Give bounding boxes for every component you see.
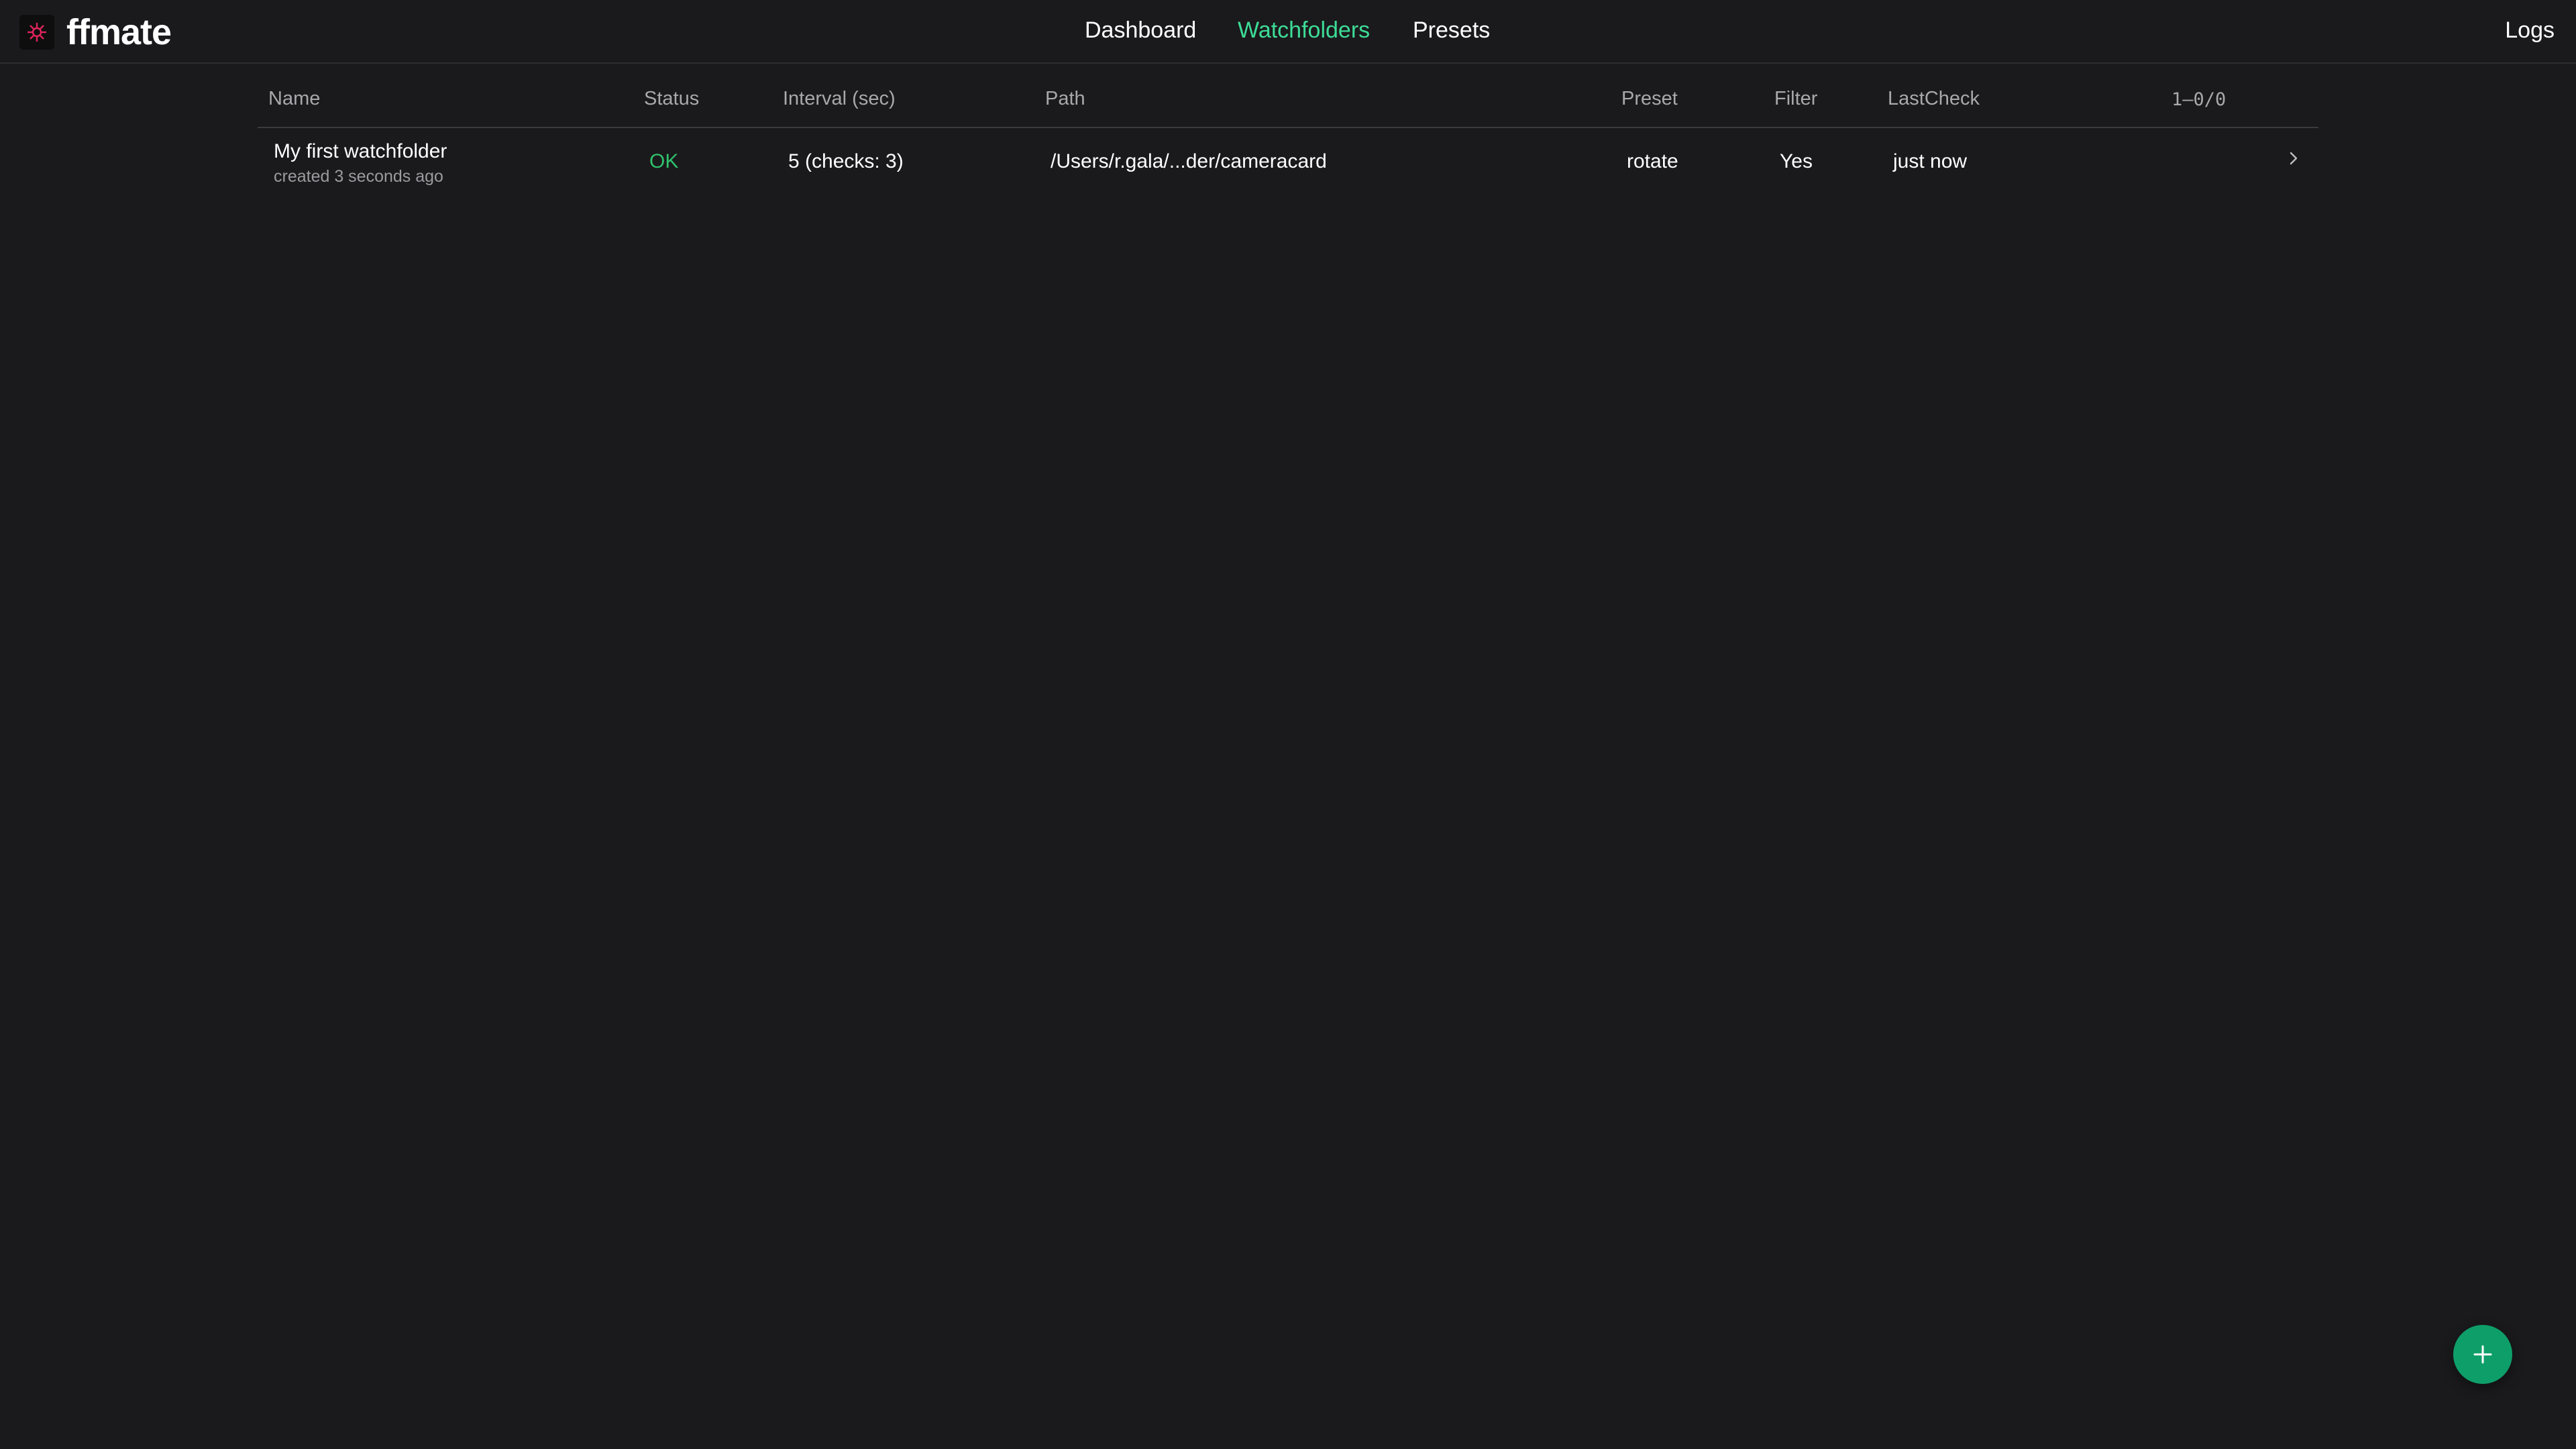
- nav-logs[interactable]: Logs: [2505, 17, 2555, 44]
- table-header: Name Status Interval (sec) Path Preset F…: [258, 64, 2318, 128]
- column-header-lastcheck: LastCheck: [1888, 88, 1980, 109]
- watchfolder-preset: rotate: [1627, 150, 1678, 172]
- status-badge: OK: [649, 150, 679, 172]
- chevron-right-icon[interactable]: [2287, 147, 2300, 176]
- pagination-indicator: 1–0/0: [2171, 89, 2226, 110]
- plus-icon: [2473, 1345, 2492, 1364]
- watchfolder-created: created 3 seconds ago: [274, 167, 443, 186]
- add-watchfolder-button[interactable]: [2453, 1325, 2512, 1384]
- watchfolder-interval: 5 (checks: 3): [788, 150, 904, 172]
- table-row[interactable]: My first watchfolder created 3 seconds a…: [258, 128, 2318, 202]
- column-header-preset: Preset: [1621, 88, 1678, 109]
- column-header-filter: Filter: [1774, 88, 1818, 109]
- column-header-interval: Interval (sec): [783, 88, 896, 109]
- column-header-path: Path: [1045, 88, 1085, 109]
- top-navigation-bar: ffmate Dashboard Watchfolders Presets Lo…: [0, 0, 2576, 64]
- column-header-name: Name: [268, 88, 321, 109]
- watchfolder-lastcheck: just now: [1893, 150, 1968, 172]
- watchfolder-name: My first watchfolder: [274, 140, 447, 162]
- nav-watchfolders[interactable]: Watchfolders: [1238, 17, 1370, 44]
- nav-dashboard[interactable]: Dashboard: [1085, 17, 1196, 44]
- watchfolder-filter: Yes: [1780, 150, 1813, 172]
- nav-presets[interactable]: Presets: [1413, 17, 1490, 44]
- watchfolders-table: Name Status Interval (sec) Path Preset F…: [258, 64, 2318, 202]
- main-nav: Dashboard Watchfolders Presets: [0, 0, 2576, 64]
- column-header-status: Status: [644, 88, 700, 109]
- watchfolder-path: /Users/r.gala/...der/cameracard: [1051, 150, 1327, 172]
